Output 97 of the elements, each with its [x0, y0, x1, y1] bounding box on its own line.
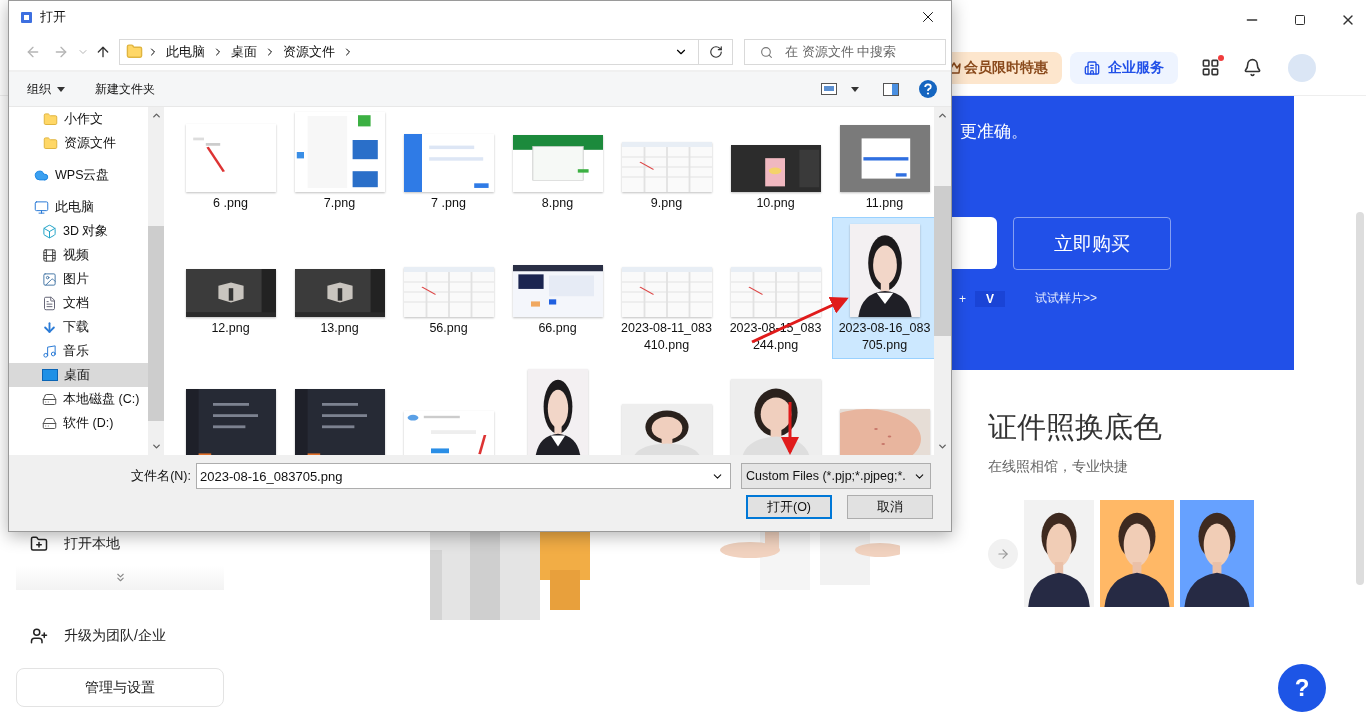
file-item[interactable]: 6 .png [178, 107, 283, 218]
music-icon [42, 343, 57, 359]
file-item[interactable]: 10.png [723, 107, 828, 218]
breadcrumb[interactable]: 资源文件 [280, 42, 338, 61]
file-name: 10.png [755, 195, 796, 213]
file-name: 12.png [210, 320, 251, 338]
breadcrumb[interactable]: 桌面 [228, 42, 260, 61]
preview-pane-icon[interactable] [883, 82, 899, 96]
upgrade-item[interactable]: 升级为团队/企业 [16, 622, 224, 650]
file-item[interactable]: 8.png [505, 107, 610, 218]
nav-item[interactable]: 文档 [9, 291, 148, 316]
drive-icon [42, 415, 57, 431]
help-button[interactable]: ? [1278, 664, 1326, 712]
cube-icon [42, 223, 57, 239]
building-icon [1084, 59, 1100, 76]
nav-item[interactable]: 视频 [9, 243, 148, 268]
folder-icon [43, 111, 58, 127]
user-plus-icon [30, 627, 48, 645]
nav-item[interactable]: 此电脑 [9, 195, 148, 220]
filename-field[interactable]: 2023-08-16_083705.png [196, 463, 731, 490]
file-item[interactable]: 9.png [614, 107, 719, 218]
folder-plus-icon [30, 535, 48, 553]
nav-item[interactable]: 3D 对象 [9, 219, 148, 244]
image-icon [42, 271, 57, 287]
refresh-icon [708, 44, 723, 59]
nav-item[interactable]: 桌面 [9, 363, 148, 388]
file-name: 2023-08-11_083410.png [620, 320, 713, 355]
file-name: 7.png [322, 195, 357, 213]
settings-button[interactable]: 管理与设置 [16, 668, 224, 707]
download-icon [42, 319, 57, 335]
scroll-thumb[interactable] [148, 226, 164, 422]
annotation-arrow [781, 402, 799, 455]
desktop-icon [42, 369, 58, 382]
section-subtitle: 在线照相馆，专业快捷 [988, 458, 1129, 476]
maximize-icon[interactable] [1294, 14, 1306, 26]
section-title: 证件照换底色 [988, 410, 1163, 445]
nav-item[interactable]: 本地磁盘 (C:) [9, 387, 148, 412]
enterprise-button[interactable]: 企业服务 [1070, 51, 1178, 84]
document-icon [42, 295, 57, 311]
file-item[interactable]: 13.png [287, 217, 392, 360]
file-name: 8.png [540, 195, 575, 213]
caret-icon [57, 86, 65, 92]
apps-icon[interactable] [1201, 58, 1220, 77]
caret-icon[interactable] [851, 86, 859, 92]
organize-menu[interactable]: 组织 [25, 80, 67, 98]
version-tag: V [975, 290, 1005, 307]
bell-icon[interactable] [1243, 58, 1262, 77]
file-item[interactable]: 2023-08-16_083705.png [832, 217, 934, 360]
nav-item[interactable]: 资源文件 [9, 131, 148, 156]
new-folder-button[interactable]: 新建文件夹 [93, 80, 157, 98]
file-item[interactable]: 11.png [832, 107, 934, 218]
nav-item[interactable]: 音乐 [9, 339, 148, 364]
file-type-dropdown[interactable]: Custom Files (*.pjp;*.pjpeg;*. [741, 463, 931, 490]
cloud-icon [34, 167, 49, 183]
nav-item[interactable]: 小作文 [9, 107, 148, 132]
arrow-right-icon [996, 546, 1010, 561]
file-name: 11.png [864, 195, 905, 213]
address-bar[interactable]: 此电脑 桌面 资源文件 [119, 38, 733, 65]
file-item[interactable]: 7 .png [396, 107, 501, 218]
file-name: 7 .png [430, 195, 467, 213]
file-name: 56.png [428, 320, 469, 338]
nav-item[interactable]: 软件 (D:) [9, 411, 148, 436]
file-name: 66.png [537, 320, 578, 338]
folder-icon [126, 43, 143, 61]
search-field[interactable]: 在 资源文件 中搜索 [744, 38, 946, 65]
file-item[interactable]: 2023-08-11_083410.png [614, 217, 719, 360]
help-icon[interactable] [919, 80, 937, 99]
file-name: 9.png [649, 195, 684, 213]
scroll-thumb[interactable] [1356, 212, 1364, 585]
drive-icon [42, 391, 57, 407]
file-item[interactable]: 7.png [287, 107, 392, 218]
plus-text: + [959, 291, 966, 306]
scroll-thumb[interactable] [934, 186, 951, 337]
file-name: 6 .png [212, 195, 249, 213]
search-icon [760, 45, 773, 59]
nav-item[interactable]: WPS云盘 [9, 163, 148, 188]
cancel-button[interactable]: 取消 [847, 495, 933, 520]
file-item[interactable]: 66.png [505, 217, 610, 360]
banner-text: 更准确。 [959, 121, 1029, 143]
open-local-item[interactable]: 打开本地 [16, 530, 224, 558]
film-icon [42, 247, 57, 263]
file-name: 2023-08-16_083705.png [837, 320, 932, 355]
breadcrumb[interactable]: 此电脑 [163, 42, 208, 61]
file-item[interactable]: 12.png [178, 217, 283, 360]
open-button[interactable]: 打开(O) [746, 495, 832, 520]
file-name: 13.png [319, 320, 360, 338]
buy-button[interactable]: 立即购买 [1013, 217, 1171, 270]
nav-item[interactable]: 图片 [9, 267, 148, 292]
nav-item[interactable]: 下载 [9, 315, 148, 340]
sample-link[interactable]: 试试样片>> [1035, 290, 1098, 307]
file-item[interactable]: 56.png [396, 217, 501, 360]
folder-icon [43, 135, 58, 151]
filename-label: 文件名(N): [130, 467, 192, 485]
dialog-title: 打开 [40, 8, 67, 26]
app-icon [21, 11, 32, 23]
monitor-icon [34, 199, 49, 215]
view-icon[interactable] [821, 83, 837, 96]
